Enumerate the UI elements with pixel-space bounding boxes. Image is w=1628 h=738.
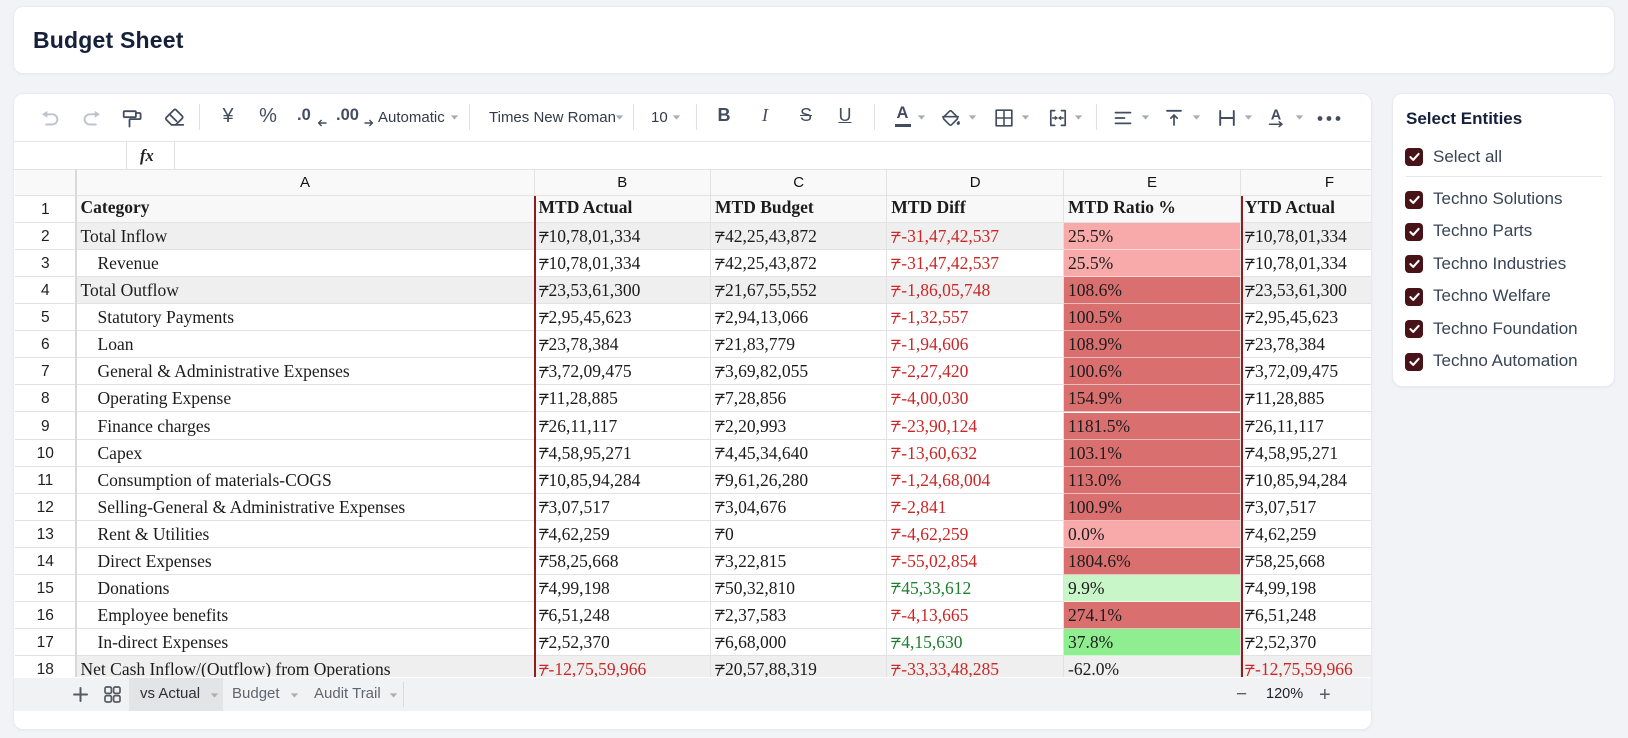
svg-text:A: A xyxy=(1271,107,1282,123)
